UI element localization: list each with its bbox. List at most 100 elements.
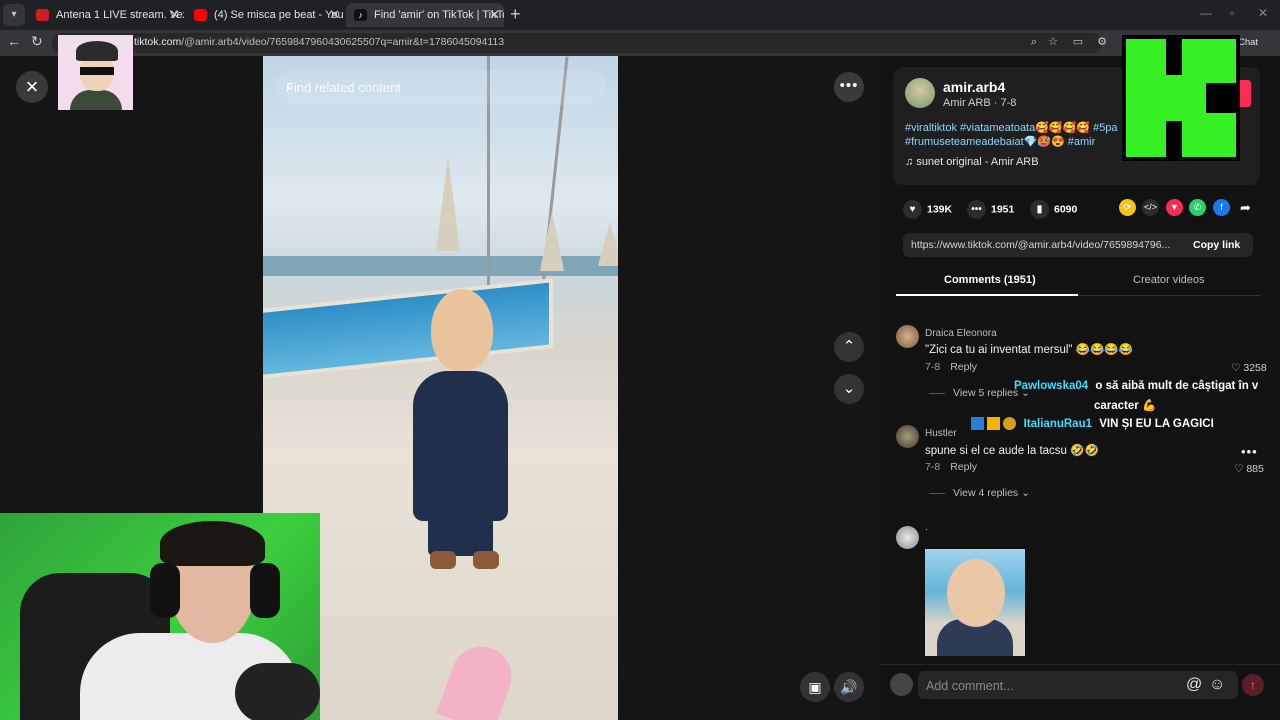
comment-more-icon[interactable]: •••	[1241, 444, 1258, 459]
extensions-icon[interactable]: ⚙	[1096, 36, 1108, 48]
tab-tiktok[interactable]: ♪ Find 'amir' on TikTok | TikTok ✕	[346, 3, 504, 27]
music-title: sunet original - Amir ARB	[916, 156, 1039, 168]
chat-username: Pawlowska04	[1014, 380, 1089, 392]
volume-icon[interactable]: 🔊	[834, 672, 864, 702]
author-nickname-date: Amir ARB · 7-8	[943, 97, 1017, 109]
tab-creator-videos[interactable]: Creator videos	[1133, 274, 1205, 286]
comment-text: "Zici ca tu ai inventat mersul" 😂😂😂😂	[925, 344, 1133, 356]
comment-likes[interactable]: ♡ 3258	[1231, 362, 1267, 374]
zoom-icon[interactable]: ⌕	[1028, 36, 1040, 48]
like-stat[interactable]: ♥ 139K	[903, 200, 952, 219]
share-arrow-icon[interactable]: ➦	[1237, 199, 1254, 216]
url-path: /@amir.arb4/video/7659847960430625507q=a…	[181, 36, 505, 48]
more-options-icon[interactable]: •••	[834, 72, 864, 102]
comment-sticker-image[interactable]	[925, 549, 1025, 656]
browser-tab-bar: ▾ Antena 1 LIVE stream. Vezi online ✕ (4…	[0, 0, 1280, 30]
author-avatar[interactable]	[905, 78, 935, 108]
cast-icon[interactable]: ▭	[1072, 36, 1084, 48]
chat-username: ItalianuRau1	[1023, 417, 1092, 430]
stream-chat-message: ItalianuRau1 VIN ȘI EU LA GAGICI	[971, 417, 1214, 430]
heart-outline-icon: ♡	[1231, 362, 1244, 374]
picture-in-picture-icon[interactable]: ▣	[800, 672, 830, 702]
chat-button[interactable]: Chat	[1238, 37, 1258, 48]
swimming-pool	[263, 278, 553, 380]
facebook-icon[interactable]: f	[1213, 199, 1230, 216]
close-tab-icon[interactable]: ✕	[169, 3, 180, 27]
commenter-avatar[interactable]	[896, 526, 919, 549]
tiktok-favicon-icon: ♪	[354, 9, 367, 21]
comment-bubble-icon: •••	[967, 200, 986, 219]
save-stat[interactable]: ▮ 6090	[1030, 200, 1077, 219]
commenter-avatar[interactable]	[896, 425, 919, 448]
comment-stat[interactable]: ••• 1951	[967, 200, 1014, 219]
chat-text-continued: caracter 💪	[1094, 400, 1157, 412]
previous-video-chevron-up-icon[interactable]: ⌃	[834, 332, 864, 362]
share-link-url[interactable]: https://www.tiktok.com/@amir.arb4/video/…	[911, 239, 1179, 251]
like-count: 139K	[927, 203, 953, 216]
sea-backdrop	[263, 256, 618, 276]
whatsapp-icon[interactable]: ✆	[1189, 199, 1206, 216]
repost-icon[interactable]: ⟳	[1119, 199, 1136, 216]
comment-like-count: 885	[1246, 463, 1264, 475]
url-text: tiktok.com/@amir.arb4/video/765984796043…	[134, 36, 504, 48]
youtube-favicon-icon	[194, 9, 207, 21]
reload-icon[interactable]: ↻	[31, 33, 43, 50]
find-related-search[interactable]: Find related content ⌕	[275, 70, 606, 105]
send-to-friends-icon[interactable]: ▼	[1166, 199, 1183, 216]
new-tab-button[interactable]: +	[510, 4, 521, 24]
sticker-child-face	[947, 559, 1005, 627]
comment-meta: 7-8 Reply	[925, 461, 977, 473]
music-note-icon: ♫	[905, 156, 917, 168]
comment-placeholder: Add comment...	[926, 679, 1014, 693]
microphone	[235, 663, 320, 720]
close-tab-icon[interactable]: ✕	[329, 3, 340, 27]
minimize-icon[interactable]: —	[1200, 6, 1212, 20]
back-icon[interactable]: ←	[7, 33, 21, 49]
copy-link-button[interactable]: Copy link	[1193, 239, 1240, 251]
post-comment-arrow-icon[interactable]: ↑	[1242, 674, 1264, 696]
close-window-icon[interactable]: ✕	[1258, 6, 1268, 20]
view-replies-button[interactable]: View 4 replies ⌄	[929, 487, 1030, 499]
embed-code-icon[interactable]: </>	[1142, 199, 1159, 216]
comment-date: 7-8	[925, 461, 941, 473]
commenter-name[interactable]: Hustler	[925, 428, 957, 439]
maximize-icon[interactable]: ▫	[1230, 6, 1234, 20]
music-row[interactable]: ♫ sunet original - Amir ARB	[905, 156, 1039, 168]
chat-crown-badge-icon	[987, 417, 1001, 430]
search-icon[interactable]: ⌕	[286, 78, 594, 95]
author-username[interactable]: amir.arb4	[943, 79, 1005, 95]
tab-antena1[interactable]: Antena 1 LIVE stream. Vezi online ✕	[28, 3, 184, 27]
heart-icon: ♥	[903, 200, 922, 219]
streamer-avatar-overlay	[58, 35, 133, 110]
emoji-icon[interactable]: ☺	[1209, 676, 1225, 694]
logo-block	[1182, 39, 1236, 83]
chat-badge-icon	[971, 417, 984, 430]
bookmark-icon: ▮	[1030, 200, 1049, 219]
active-tab-indicator	[896, 294, 1078, 296]
headphones	[250, 563, 280, 618]
bookmark-star-icon[interactable]: ☆	[1047, 36, 1059, 48]
tab-youtube[interactable]: (4) Se misca pe beat - YouTube ✕	[186, 3, 344, 27]
address-bar[interactable]: tiktok.com/@amir.arb4/video/765984796043…	[52, 33, 1102, 53]
reply-button[interactable]: Reply	[950, 361, 977, 373]
streamer-hair	[160, 521, 265, 566]
share-link-box: https://www.tiktok.com/@amir.arb4/video/…	[903, 233, 1253, 257]
comment-date: 7-8	[925, 361, 941, 373]
tab-search-button[interactable]: ▾	[3, 4, 25, 26]
next-video-chevron-down-icon[interactable]: ⌄	[834, 374, 864, 404]
close-video-button[interactable]: ×	[16, 71, 48, 103]
screen: ▾ Antena 1 LIVE stream. Vezi online ✕ (4…	[0, 0, 1280, 720]
antena1-favicon-icon	[36, 9, 49, 21]
my-avatar	[890, 673, 913, 696]
comment-likes[interactable]: ♡ 885	[1234, 463, 1264, 475]
reply-button[interactable]: Reply	[950, 461, 977, 473]
commenter-avatar[interactable]	[896, 325, 919, 348]
commenter-name[interactable]: .	[925, 522, 928, 533]
tab-comments[interactable]: Comments (1951)	[944, 274, 1036, 286]
url-host: tiktok.com	[134, 36, 182, 48]
child-figure	[413, 371, 508, 521]
video-hashtags[interactable]: #viraltiktok #viatameatoata🥰🥰🥰🥰 #5pa #fr…	[905, 121, 1120, 149]
mention-icon[interactable]: @	[1186, 676, 1202, 694]
close-tab-icon[interactable]: ✕	[489, 3, 500, 27]
commenter-name[interactable]: Draica Eleonora	[925, 328, 997, 339]
